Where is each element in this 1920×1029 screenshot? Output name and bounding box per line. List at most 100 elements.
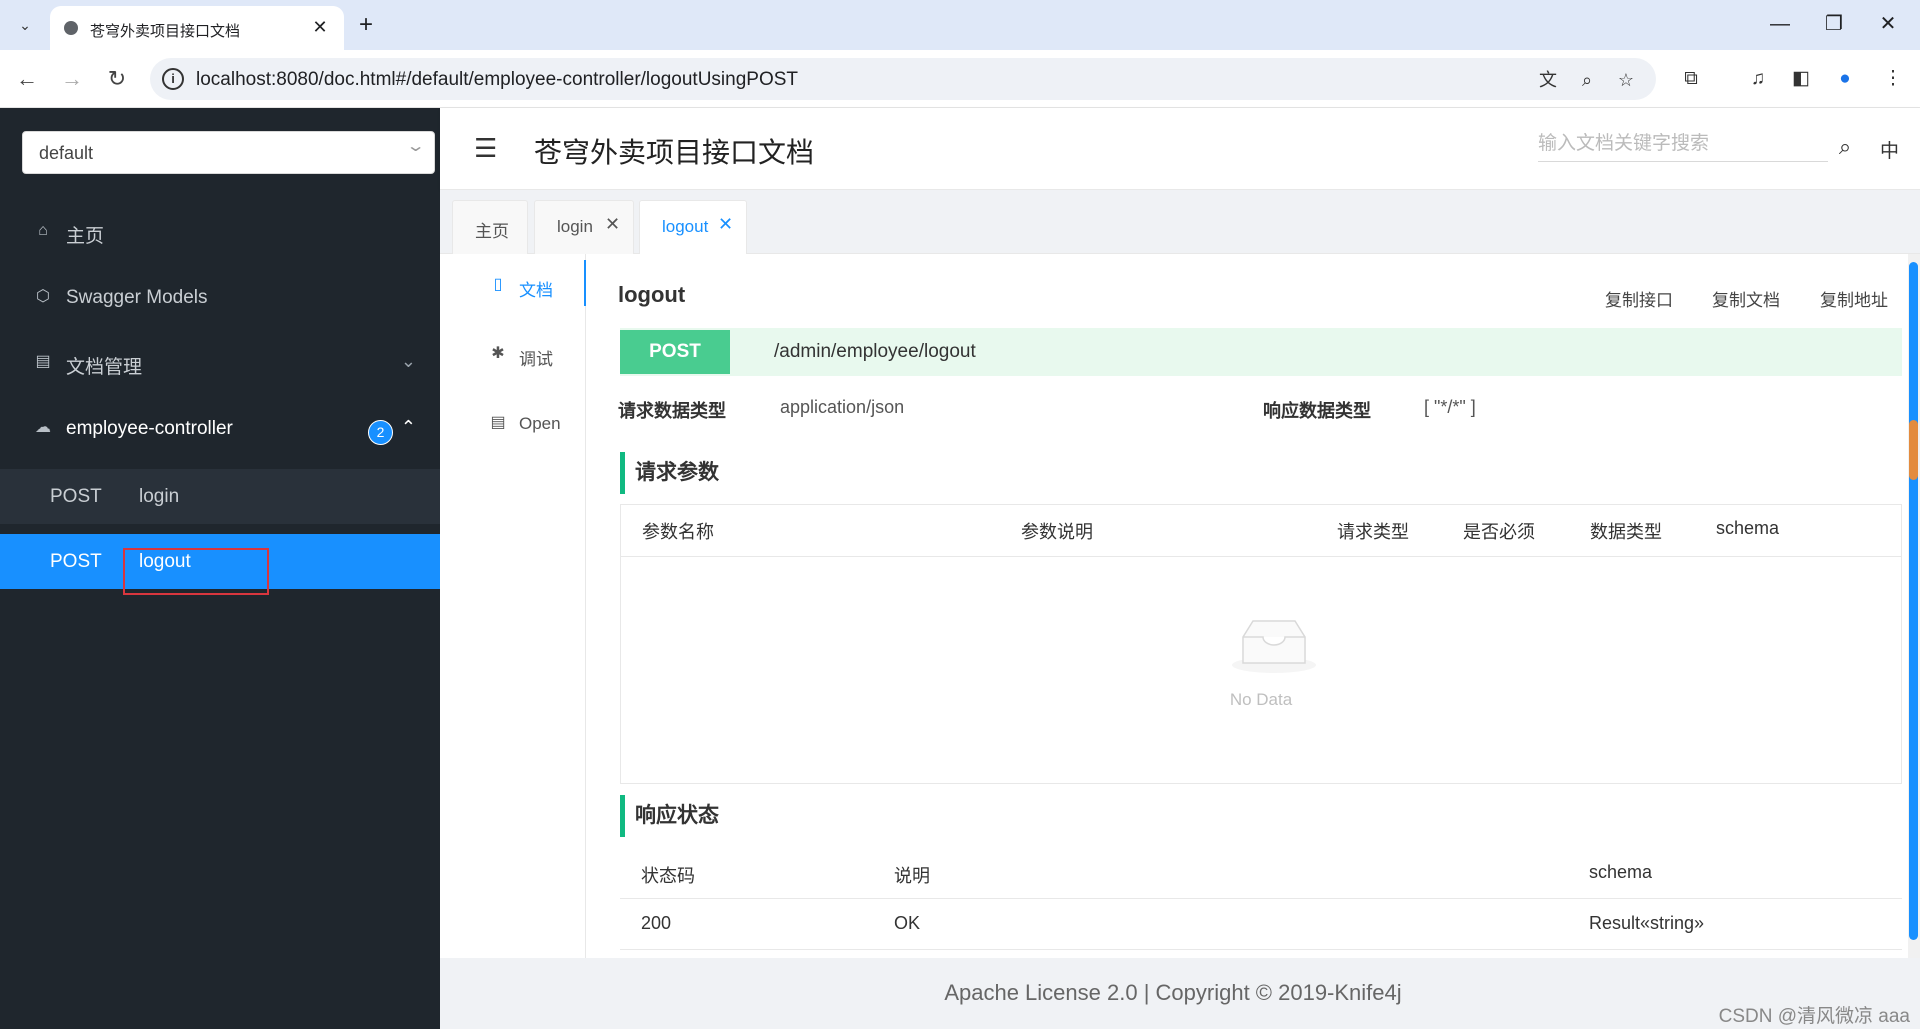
new-tab-button[interactable]: + xyxy=(352,12,380,40)
page-title: 苍穹外卖项目接口文档 xyxy=(534,137,815,168)
cloud-icon: ☁ xyxy=(35,419,51,436)
submenu-label: 调试 xyxy=(519,350,553,369)
search-icon[interactable]: ⌕ xyxy=(1830,132,1860,162)
submenu-open[interactable]: ▤ Open xyxy=(440,404,584,444)
table-header-row: 状态码 说明 schema xyxy=(620,848,1902,899)
tab-logout[interactable]: logout ✕ xyxy=(639,200,747,254)
column-header: 请求类型 xyxy=(1337,522,1409,542)
profile-avatar-icon[interactable]: ● xyxy=(1830,64,1860,94)
sidebar-item-label: 主页 xyxy=(66,226,105,247)
request-type-label: 请求数据类型 xyxy=(618,401,726,421)
sidebar-item-home[interactable]: ⌂ 主页 xyxy=(0,205,440,259)
reload-button[interactable]: ↻ xyxy=(102,64,132,94)
sidebar-item-employee-controller[interactable]: ☁ employee-controller 2 ⌃ xyxy=(0,402,440,456)
doc-tab-bar: 主页 login ✕ logout ✕ xyxy=(440,190,1920,254)
group-select[interactable]: default ⌄ xyxy=(22,131,435,174)
copy-api-button[interactable]: 复制接口 xyxy=(1605,286,1673,311)
doc-sub-menu: ▯ 文档 ✱ 调试 ▤ Open xyxy=(440,254,587,958)
file-icon: ▯ xyxy=(493,276,503,293)
response-type-value: [ "*/*" ] xyxy=(1424,397,1476,417)
column-header: 参数名称 xyxy=(642,522,714,542)
zoom-icon[interactable]: ⌕ xyxy=(1574,67,1600,93)
submenu-label: Open xyxy=(519,414,561,433)
sidebar-item-label: employee-controller xyxy=(66,418,233,439)
model-icon: ⬡ xyxy=(36,288,50,305)
maximize-button[interactable]: ❐ xyxy=(1814,10,1854,38)
home-icon: ⌂ xyxy=(38,222,48,239)
scrollbar-grip[interactable] xyxy=(1909,420,1918,480)
sidebar-item-label: Swagger Models xyxy=(66,287,208,308)
method-label: POST xyxy=(50,551,102,572)
side-panel-icon[interactable]: ◧ xyxy=(1786,64,1816,94)
browser-menu-icon[interactable]: ⋮ xyxy=(1878,64,1908,94)
header-divider xyxy=(621,556,1901,557)
api-name: logout xyxy=(618,282,686,307)
api-doc-content: logout 复制接口 复制文档 复制地址 POST /admin/employ… xyxy=(586,254,1920,958)
language-switch[interactable]: 中 xyxy=(1880,136,1899,163)
footer-copyright: Apache License 2.0 | Copyright © 2019-Kn… xyxy=(944,980,1402,1005)
minimize-button[interactable]: — xyxy=(1760,10,1800,38)
forward-button[interactable]: → xyxy=(57,64,87,94)
copy-doc-button[interactable]: 复制文档 xyxy=(1712,286,1780,311)
submenu-debug[interactable]: ✱ 调试 xyxy=(440,335,584,375)
main-header: ☰ 苍穹外卖项目接口文档 ⌕ 中 xyxy=(440,108,1920,190)
status-schema[interactable]: Result«string» xyxy=(1589,913,1704,934)
column-header: 参数说明 xyxy=(1021,522,1093,542)
address-bar[interactable]: i localhost:8080/doc.html#/default/emplo… xyxy=(150,58,1656,100)
close-icon[interactable]: ✕ xyxy=(718,214,733,235)
method-row: POST /admin/employee/logout xyxy=(620,328,1902,376)
browser-tab[interactable]: 苍穹外卖项目接口文档 ✕ xyxy=(50,6,344,50)
status-code: 200 xyxy=(641,913,672,933)
submenu-label: 文档 xyxy=(519,281,553,300)
translate-icon[interactable]: 文 xyxy=(1535,67,1561,93)
tab-label: logout xyxy=(662,217,709,236)
extensions-icon[interactable]: ⧉ xyxy=(1676,64,1706,94)
sidebar-item-label: 文档管理 xyxy=(66,357,143,378)
scrollbar-thumb[interactable] xyxy=(1909,262,1918,940)
favicon-icon xyxy=(64,21,78,35)
column-header: 是否必须 xyxy=(1463,522,1535,542)
search-input[interactable] xyxy=(1538,132,1818,156)
browser-tab-strip: ⌄ 苍穹外卖项目接口文档 ✕ + — ❐ ✕ xyxy=(0,0,1920,50)
count-badge: 2 xyxy=(368,420,393,445)
close-tab-icon[interactable]: ✕ xyxy=(308,15,332,39)
chevron-down-icon: ⌄ xyxy=(400,351,416,371)
close-icon[interactable]: ✕ xyxy=(605,214,620,235)
status-desc: OK xyxy=(894,913,921,933)
column-header: 状态码 xyxy=(641,866,695,886)
back-button[interactable]: ← xyxy=(12,64,42,94)
copy-address-button[interactable]: 复制地址 xyxy=(1820,286,1888,311)
media-control-icon[interactable]: ♫ xyxy=(1743,64,1773,94)
params-table: 参数名称 参数说明 请求类型 是否必须 数据类型 schema No Data xyxy=(620,504,1902,784)
sidebar-subitem-login[interactable]: POST login xyxy=(0,469,440,524)
column-header: 说明 xyxy=(894,866,930,886)
tab-home[interactable]: 主页 xyxy=(452,200,528,254)
sidebar-subitem-label: login xyxy=(139,486,180,507)
tab-search-button[interactable]: ⌄ xyxy=(10,11,40,39)
tab-label: login xyxy=(557,217,593,236)
tab-label: 主页 xyxy=(475,222,509,241)
submenu-doc[interactable]: ▯ 文档 xyxy=(440,266,584,306)
tab-login[interactable]: login ✕ xyxy=(534,200,634,254)
request-params-title: 请求参数 xyxy=(620,452,719,494)
search-box[interactable] xyxy=(1538,126,1828,162)
url-text[interactable]: localhost:8080/doc.html#/default/employe… xyxy=(196,69,798,91)
bookmark-star-icon[interactable]: ☆ xyxy=(1613,67,1639,93)
sidebar-item-swagger-models[interactable]: ⬡ Swagger Models xyxy=(0,271,440,325)
sidebar-item-doc-management[interactable]: ▤ 文档管理 ⌄ xyxy=(0,336,440,390)
api-path: /admin/employee/logout xyxy=(774,341,976,362)
request-type-value: application/json xyxy=(780,397,905,417)
site-info-icon[interactable]: i xyxy=(162,68,184,90)
column-header: schema xyxy=(1716,518,1780,538)
empty-text: No Data xyxy=(1229,690,1293,709)
browser-toolbar: ← → ↻ i localhost:8080/doc.html#/default… xyxy=(0,50,1920,108)
chevron-down-icon: ⌄ xyxy=(405,138,426,155)
browser-tab-title: 苍穹外卖项目接口文档 xyxy=(90,23,241,40)
bug-icon: ✱ xyxy=(491,345,505,362)
method-badge: POST xyxy=(620,330,730,374)
window-close-button[interactable]: ✕ xyxy=(1868,10,1908,38)
group-select-value: default xyxy=(39,143,94,163)
table-row: 200 OK Result«string» xyxy=(620,899,1902,950)
method-label: POST xyxy=(50,486,102,507)
menu-toggle-icon[interactable]: ☰ xyxy=(474,135,500,161)
